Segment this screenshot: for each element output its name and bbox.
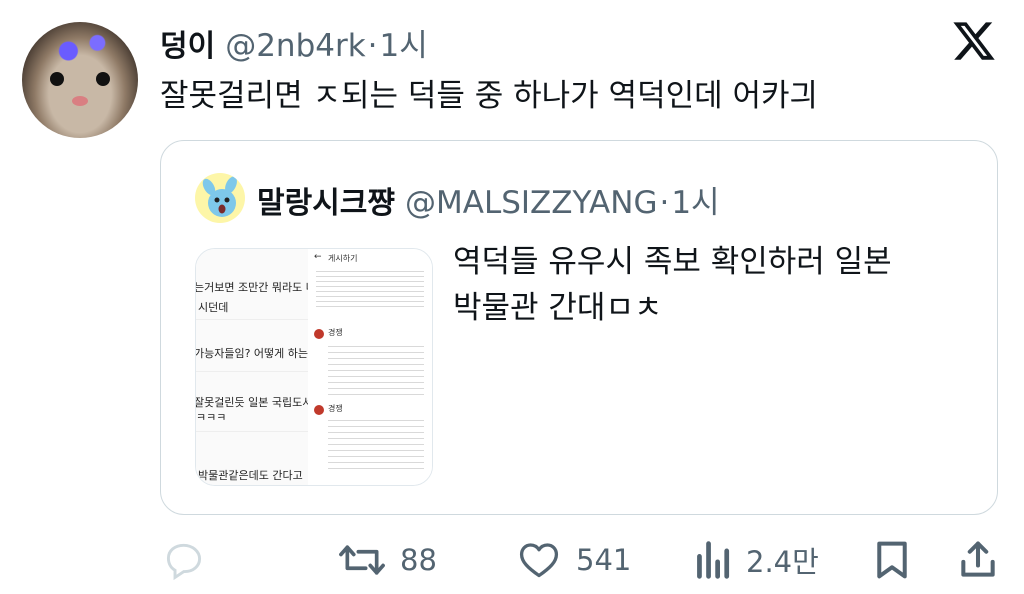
quote-author-name[interactable]: 말랑시크쨩 — [257, 178, 395, 222]
heart-icon — [519, 543, 559, 578]
dot-separator: · — [659, 185, 670, 221]
quote-text: 역덕들 유우시 족보 확인하러 일본 박물관 간대ㅁㅊ — [453, 244, 892, 326]
bookmark-icon — [877, 541, 907, 579]
retweet-button[interactable]: 88 — [338, 538, 437, 582]
image-text-line: 시던데 — [198, 301, 229, 314]
avatar-eye — [96, 72, 110, 86]
image-text-line: 박물관같은데도 간다고 — [198, 469, 303, 482]
image-text-block — [328, 415, 424, 473]
like-count: 541 — [576, 543, 632, 577]
image-left-panel: 는거보면 조만간 뭐라도 나올듯 시던데 가능자들임? 어떻게 하는건데 잘못걸… — [196, 249, 336, 485]
quote-author-handle[interactable]: @MALSIZZYANG — [405, 185, 657, 221]
retweet-count: 88 — [400, 543, 437, 577]
image-divider — [196, 371, 308, 372]
author-name[interactable]: 덩이 — [160, 21, 215, 65]
retweet-icon — [339, 545, 385, 575]
image-user-avatar — [314, 405, 324, 415]
author-handle[interactable]: @2nb4rk — [225, 28, 365, 64]
tweet-time[interactable]: 1시 — [380, 20, 428, 65]
image-user-avatar — [314, 329, 324, 339]
author-avatar[interactable] — [22, 22, 138, 138]
bookmark-button[interactable] — [872, 538, 912, 582]
image-back-arrow: ← — [314, 252, 322, 262]
tweet-text: 잘못걸리면 ㅈ되는 덕들 중 하나가 역덕인데 어카긔 — [160, 78, 819, 114]
image-divider — [196, 319, 308, 320]
image-text-line: 잘못걸린듯 일본 국립도서관 — [195, 396, 323, 409]
image-text-block — [328, 341, 424, 395]
reply-icon — [166, 543, 202, 581]
image-user-name: 경쟁 — [328, 328, 343, 337]
avatar-eye — [50, 72, 64, 86]
quote-avatar-illustration — [202, 176, 237, 217]
image-text-block — [316, 267, 424, 311]
views-button[interactable]: 2.4만 — [694, 538, 819, 582]
quote-time[interactable]: 1시 — [671, 177, 719, 222]
like-button[interactable]: 541 — [516, 538, 631, 582]
image-text-line: ㅋㅋㅋ — [196, 411, 227, 424]
quote-image[interactable]: 는거보면 조만간 뭐라도 나올듯 시던데 가능자들임? 어떻게 하는건데 잘못걸… — [195, 248, 433, 486]
quote-author-avatar[interactable] — [195, 173, 245, 223]
tweet-header: 덩이 @2nb4rk · 1시 — [160, 20, 428, 65]
avatar-nose — [72, 96, 88, 106]
x-logo-icon — [953, 22, 995, 60]
image-right-header: 게시하기 — [328, 254, 358, 263]
image-right-panel: ← 게시하기 경쟁 경쟁 — [308, 249, 432, 485]
share-icon — [961, 541, 995, 577]
views-count: 2.4만 — [746, 545, 819, 579]
views-icon — [697, 541, 730, 579]
quote-header: 말랑시크쨩 @MALSIZZYANG · 1시 — [257, 177, 720, 222]
quote-tweet-card[interactable]: 말랑시크쨩 @MALSIZZYANG · 1시 는거보면 조만간 뭐라도 나올듯… — [160, 140, 998, 515]
action-bar: 88 541 2.4만 — [0, 530, 1024, 590]
image-divider — [196, 431, 308, 432]
dot-separator: · — [367, 28, 378, 64]
share-button[interactable] — [956, 538, 1000, 582]
reply-button[interactable] — [162, 538, 220, 582]
image-user-name: 경쟁 — [328, 404, 343, 413]
